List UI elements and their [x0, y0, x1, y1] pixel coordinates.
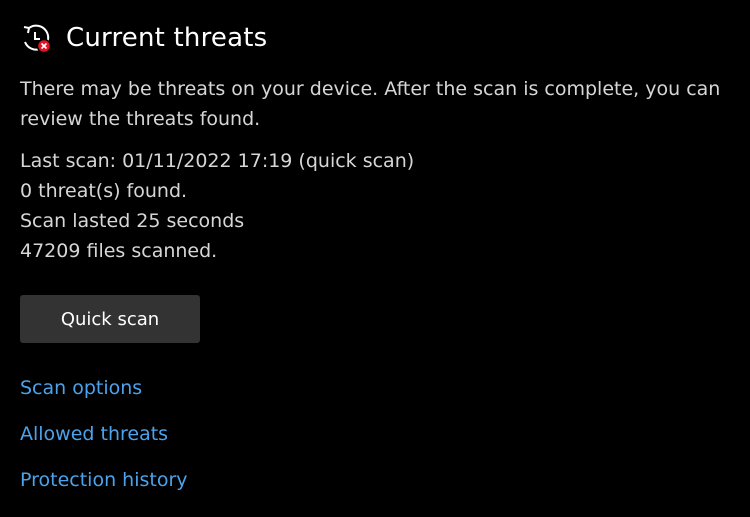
files-scanned-text: 47209 files scanned.	[20, 240, 218, 262]
threats-found-text: 0 threat(s) found.	[20, 180, 188, 202]
page-header: Current threats	[20, 20, 267, 56]
scan-info: Last scan: 01/11/2022 17:19 (quick scan)…	[20, 146, 414, 266]
last-scan-text: Last scan: 01/11/2022 17:19 (quick scan)	[20, 150, 415, 172]
history-clock-error-icon	[20, 22, 52, 54]
threats-description: There may be threats on your device. Aft…	[20, 78, 721, 130]
scan-options-link[interactable]: Scan options	[20, 374, 188, 420]
quick-scan-button[interactable]: Quick scan	[20, 295, 200, 343]
allowed-threats-link[interactable]: Allowed threats	[20, 420, 188, 466]
page-title: Current threats	[66, 23, 268, 53]
protection-history-link[interactable]: Protection history	[20, 466, 188, 512]
threat-links: Scan options Allowed threats Protection …	[20, 374, 188, 512]
scan-duration-text: Scan lasted 25 seconds	[20, 210, 245, 232]
